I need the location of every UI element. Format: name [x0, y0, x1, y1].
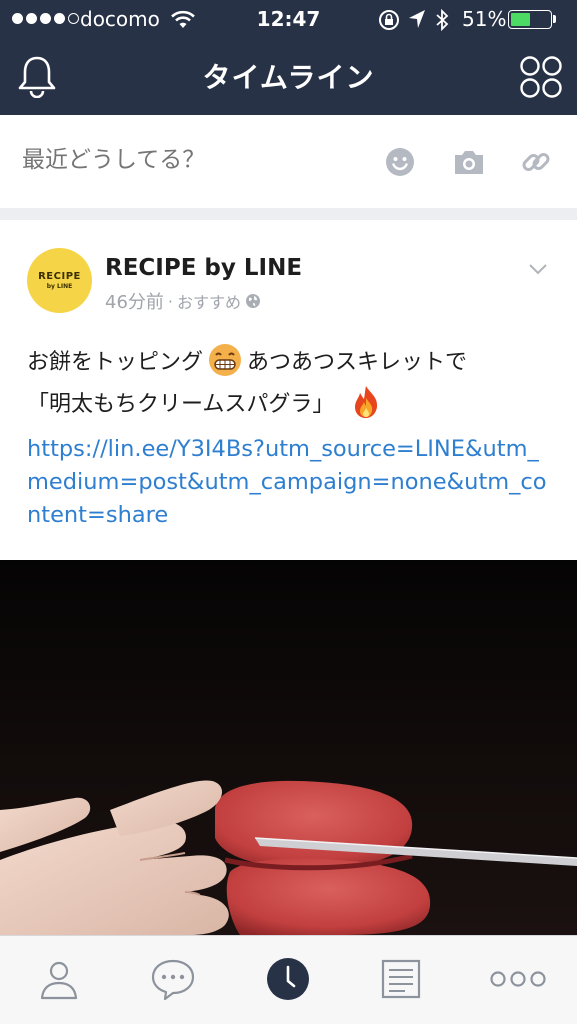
more-icon [490, 971, 546, 987]
link-icon[interactable] [520, 146, 552, 178]
sticker-icon[interactable] [384, 146, 416, 178]
post-link[interactable]: https://lin.ee/Y3I4Bs?utm_source=LINE&ut… [27, 433, 547, 532]
page-title: タイムライン [202, 61, 375, 94]
meta-separator: · [167, 291, 173, 311]
tab-bar [0, 935, 577, 1024]
battery-tip [553, 15, 556, 23]
tab-news[interactable] [378, 956, 424, 1002]
chats-icon [151, 959, 195, 1001]
status-input[interactable] [22, 146, 342, 173]
nav-bar: タイムライン [0, 38, 577, 115]
post-body: お餅をトッピング あつあつスキレットで 「明太もちクリームスパグラ」 [27, 342, 557, 426]
battery-level [511, 13, 531, 26]
grid-icon[interactable] [519, 55, 563, 99]
battery-icon [508, 10, 552, 29]
post-time: 46分前 [105, 292, 164, 313]
globe-icon [246, 294, 261, 308]
timeline-post: RECIPE by LINE RECIPE by LINE 46分前 · おすす… [0, 220, 577, 560]
avatar[interactable]: RECIPE by LINE [27, 248, 92, 313]
chevron-down-icon[interactable] [528, 262, 548, 276]
post-text-line-1: お餅をトッピング あつあつスキレットで [27, 342, 557, 384]
avatar-text-sub: by LINE [46, 283, 73, 290]
bluetooth-icon [436, 9, 449, 31]
tab-more[interactable] [488, 956, 548, 1002]
tab-friends[interactable] [36, 956, 82, 1002]
post-text-segment: お餅をトッピング [27, 350, 204, 375]
timeline-icon [267, 958, 309, 1000]
camera-icon[interactable] [452, 146, 486, 178]
grin-emoji-icon [209, 344, 242, 376]
post-video[interactable] [0, 560, 577, 935]
tab-chats[interactable] [150, 956, 196, 1002]
post-composer [0, 115, 577, 208]
news-icon [381, 959, 421, 999]
post-text-segment: あつあつスキレットで [247, 350, 468, 375]
post-meta: 46分前 · おすすめ [105, 288, 261, 314]
friends-icon [40, 961, 78, 1000]
post-text-line-2: 「明太もちクリームスパグラ」 [27, 384, 557, 426]
rotation-lock-icon [379, 10, 399, 30]
location-icon [409, 10, 425, 28]
tab-timeline[interactable] [265, 956, 311, 1002]
video-frame [0, 560, 577, 935]
post-text-segment: 「明太もちクリームスパグラ」 [27, 392, 335, 417]
section-divider [0, 208, 577, 220]
post-author[interactable]: RECIPE by LINE [105, 255, 302, 281]
post-tag: おすすめ [177, 293, 242, 312]
fire-emoji-icon [355, 386, 378, 418]
battery-percent: 51% [462, 7, 507, 31]
top-bar: docomo 12:47 51% タイムライン [0, 0, 577, 115]
status-bar: docomo 12:47 51% [0, 0, 577, 38]
avatar-text-main: RECIPE [38, 271, 81, 282]
